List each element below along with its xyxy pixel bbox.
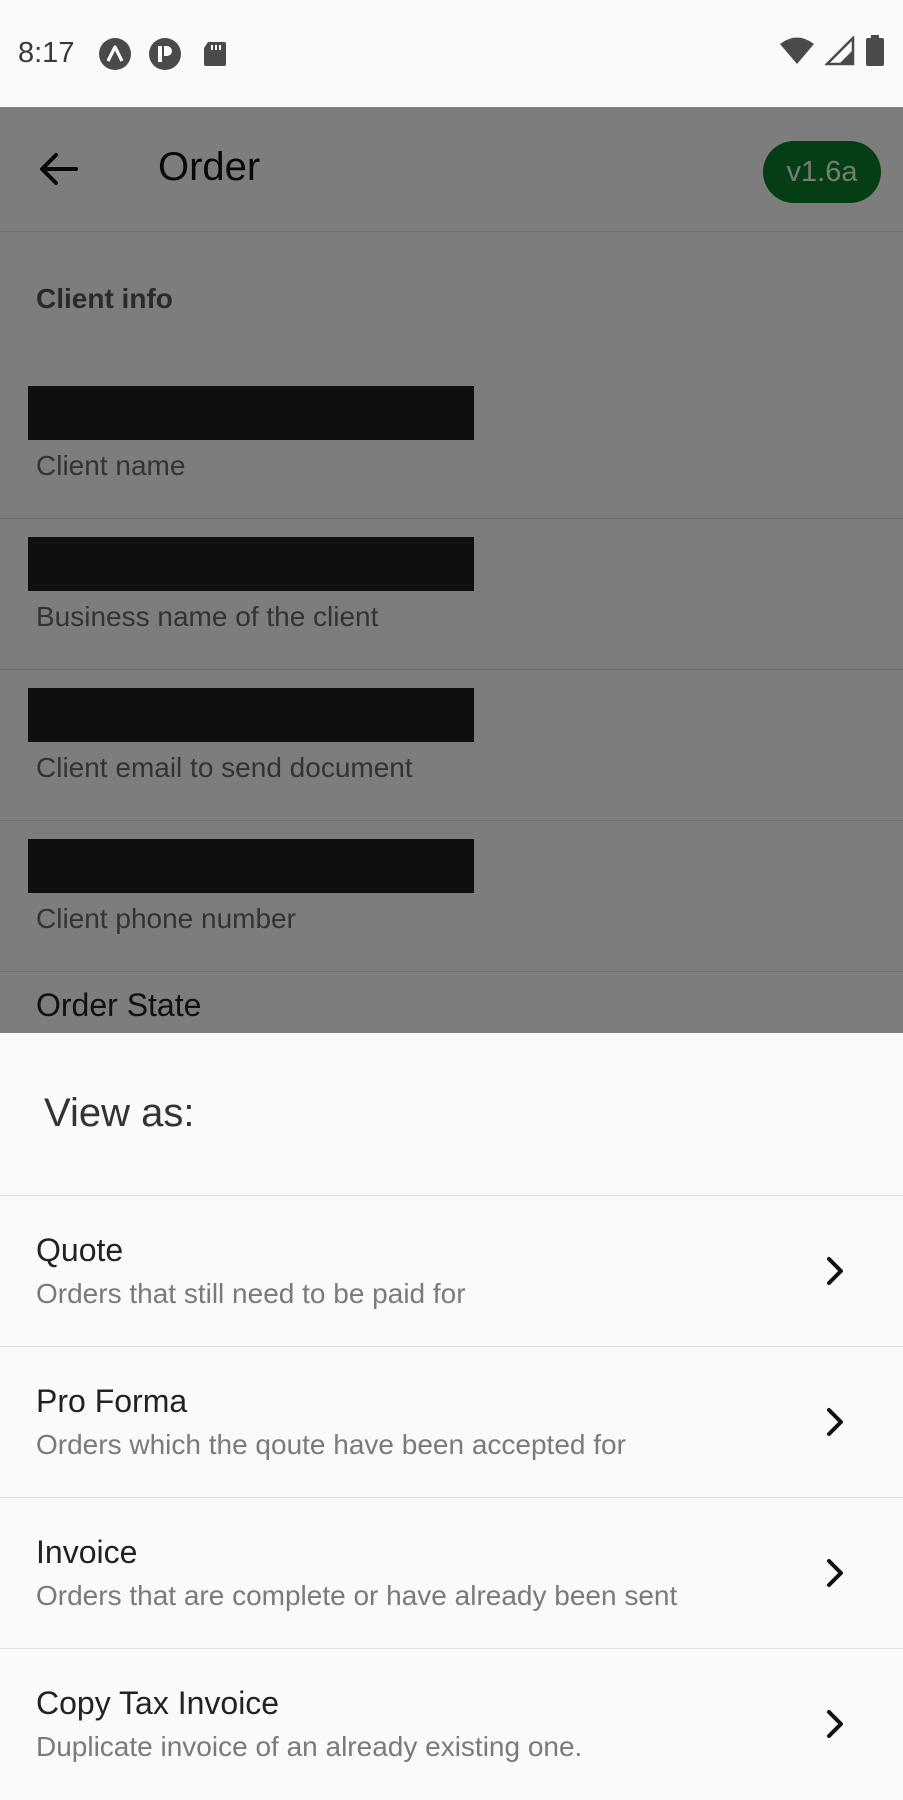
- status-bar: 8:17: [0, 0, 903, 107]
- app-p-icon: [148, 37, 182, 71]
- option-pro-forma[interactable]: Pro Forma Orders which the qoute have be…: [0, 1347, 903, 1498]
- view-as-sheet: View as: Quote Orders that still need to…: [0, 1033, 903, 1800]
- option-description: Orders which the qoute have been accepte…: [36, 1429, 626, 1460]
- option-copy-tax-invoice[interactable]: Copy Tax Invoice Duplicate invoice of an…: [0, 1649, 903, 1800]
- option-description: Orders that are complete or have already…: [36, 1580, 678, 1611]
- status-time: 8:17: [18, 37, 75, 69]
- sd-card-icon: [198, 37, 232, 71]
- signal-icon: [823, 34, 855, 71]
- option-description: Orders that still need to be paid for: [36, 1278, 466, 1309]
- app-a-icon: [98, 37, 132, 71]
- option-invoice[interactable]: Invoice Orders that are complete or have…: [0, 1498, 903, 1649]
- chevron-right-icon: [819, 1553, 851, 1593]
- option-title: Copy Tax Invoice: [36, 1685, 280, 1721]
- battery-icon: [865, 35, 885, 72]
- option-description: Duplicate invoice of an already existing…: [36, 1731, 583, 1762]
- wifi-icon: [779, 36, 815, 71]
- status-right: [779, 34, 885, 72]
- modal-scrim[interactable]: [0, 107, 903, 1033]
- option-title: Quote: [36, 1232, 124, 1268]
- chevron-right-icon: [819, 1251, 851, 1291]
- chevron-right-icon: [819, 1704, 851, 1744]
- chevron-right-icon: [819, 1402, 851, 1442]
- option-quote[interactable]: Quote Orders that still need to be paid …: [0, 1196, 903, 1347]
- status-left: 8:17: [18, 37, 248, 71]
- sheet-title: View as:: [44, 1091, 195, 1135]
- option-title: Invoice: [36, 1534, 138, 1570]
- option-title: Pro Forma: [36, 1383, 188, 1419]
